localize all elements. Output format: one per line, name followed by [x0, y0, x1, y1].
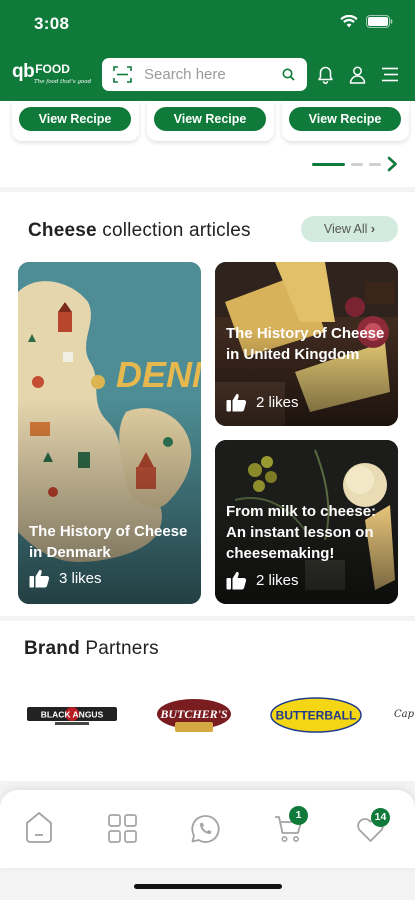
- map-label: DENMA: [116, 354, 201, 395]
- black-angus-logo[interactable]: BLACK ANGUS: [27, 703, 117, 727]
- recipe-card[interactable]: View Recipe: [147, 101, 274, 141]
- home-icon[interactable]: [24, 811, 54, 844]
- article-title: The History of Cheese in United Kingdom: [226, 325, 385, 363]
- brand-logo-text: BUTTERBALL: [276, 709, 357, 723]
- view-all-button[interactable]: View All ›: [301, 216, 398, 242]
- article-card[interactable]: The History of Cheese in United Kingdom …: [215, 262, 398, 426]
- article-card[interactable]: DENMA The History of Cheese in Denmark 3…: [18, 262, 201, 604]
- chevron-right-icon[interactable]: [387, 156, 398, 172]
- search-icon[interactable]: [282, 68, 295, 81]
- home-indicator[interactable]: [134, 884, 282, 889]
- thumbs-up-icon[interactable]: [29, 569, 50, 588]
- search-bar[interactable]: [102, 58, 307, 91]
- bell-icon[interactable]: [317, 66, 334, 84]
- whatsapp-icon[interactable]: [190, 814, 220, 844]
- section-title: Brand Partners: [24, 638, 159, 659]
- thumbs-up-icon[interactable]: [226, 571, 247, 590]
- brand-logo-text: BUTCHER'S: [159, 707, 228, 721]
- brand-partners-section: Brand Partners BLACK ANGUS BUTCHER'S BUT…: [0, 621, 415, 781]
- cheese-articles-section: Cheese collection articles View All › DE…: [0, 192, 415, 616]
- search-input[interactable]: [144, 63, 274, 86]
- scan-icon[interactable]: [113, 66, 132, 83]
- status-time: 3:08: [34, 14, 70, 33]
- article-card[interactable]: From milk to cheese: An instant lesson o…: [215, 440, 398, 604]
- article-likes: 2 likes: [226, 571, 299, 590]
- menu-icon[interactable]: [381, 67, 399, 82]
- recipe-strip: View Recipe View Recipe View Recipe: [0, 101, 415, 187]
- qb-food-logo[interactable]: qbFOOD The food that's good: [12, 60, 91, 85]
- battery-icon: [366, 15, 393, 28]
- status-icons: [340, 15, 393, 28]
- article-likes: 2 likes: [226, 393, 299, 412]
- view-recipe-button[interactable]: View Recipe: [19, 107, 131, 131]
- app-header: 3:08 qbFOOD The food that's good: [0, 0, 415, 101]
- cart-count-badge: 1: [289, 806, 308, 825]
- bottom-navigation: 1 14: [0, 790, 415, 868]
- logo-qb: qb: [12, 61, 35, 82]
- article-title: From milk to cheese: An instant lesson o…: [226, 503, 377, 562]
- section-title: Cheese collection articles: [28, 220, 251, 241]
- carousel-pager: [312, 156, 398, 172]
- wishlist-count-badge: 14: [371, 808, 390, 827]
- wifi-icon: [340, 15, 358, 28]
- logo-tagline: The food that's good: [34, 79, 92, 85]
- recipe-card[interactable]: View Recipe: [282, 101, 409, 141]
- pager-dot-active[interactable]: [312, 162, 345, 166]
- thumbs-up-icon[interactable]: [226, 393, 247, 412]
- butterball-logo[interactable]: BUTTERBALL: [269, 696, 363, 734]
- pager-dot[interactable]: [369, 162, 381, 166]
- view-recipe-button[interactable]: View Recipe: [289, 107, 401, 131]
- recipe-card[interactable]: View Recipe: [12, 101, 139, 141]
- categories-icon[interactable]: [108, 814, 137, 843]
- article-likes: 3 likes: [29, 569, 102, 588]
- brand-logo-partial[interactable]: Cap: [394, 709, 414, 720]
- logo-food: FOOD: [35, 62, 70, 76]
- brand-logo-text: BLACK ANGUS: [41, 710, 104, 720]
- user-icon[interactable]: [349, 66, 366, 84]
- chevron-right-icon: ›: [370, 222, 376, 236]
- butchers-logo[interactable]: BUTCHER'S: [155, 694, 233, 736]
- article-title: The History of Cheese in Denmark: [29, 523, 188, 561]
- view-recipe-button[interactable]: View Recipe: [154, 107, 266, 131]
- pager-dot[interactable]: [351, 162, 363, 166]
